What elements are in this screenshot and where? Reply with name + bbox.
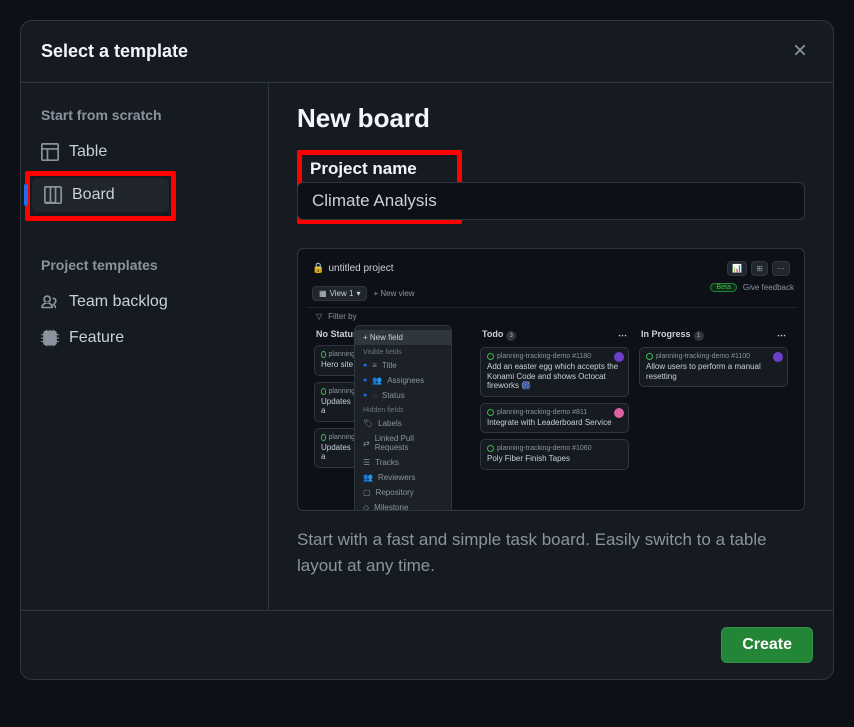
project-name-label: Project name <box>302 155 453 179</box>
preview-fields-dropdown: + New field Visible fields ●≡Title ●👥Ass… <box>354 325 452 511</box>
modal-title: Select a template <box>41 41 188 62</box>
sidebar-label-team-backlog: Team backlog <box>69 293 168 311</box>
feedback-link: Give feedback <box>743 283 794 292</box>
preview-image: 🔒 untitled project 📊 ⊞ ⋯ ▦View 1▾ + New … <box>297 248 805 511</box>
chart-icon: 📊 <box>727 261 747 276</box>
preview-project-title: 🔒 untitled project <box>312 263 394 274</box>
highlight-board: Board <box>25 171 176 221</box>
templates-heading: Project templates <box>29 249 260 281</box>
create-button[interactable]: Create <box>721 627 813 663</box>
close-button[interactable] <box>787 37 813 66</box>
scratch-heading: Start from scratch <box>29 99 260 131</box>
modal-header: Select a template <box>21 21 833 82</box>
sidebar-item-team-backlog[interactable]: Team backlog <box>29 285 260 319</box>
page-title: New board <box>297 103 805 134</box>
preview-view-tab: ▦View 1▾ <box>312 286 367 301</box>
table-icon <box>41 143 59 161</box>
project-name-section: Project name <box>297 150 805 236</box>
beta-badge: Beta <box>710 283 736 292</box>
sidebar-item-feature[interactable]: Feature <box>29 321 260 355</box>
feature-icon <box>41 329 59 347</box>
modal-body: Start from scratch Table Board Project t… <box>21 82 833 610</box>
sidebar-label-feature: Feature <box>69 329 124 347</box>
preview-new-view: + New view <box>373 289 414 298</box>
filter-icon: ▽ <box>316 312 322 321</box>
board-icon <box>44 186 62 204</box>
close-icon <box>791 41 809 62</box>
main-panel: New board Project name 🔒 untitled projec… <box>269 83 833 610</box>
lock-icon: 🔒 <box>312 263 324 274</box>
project-name-input[interactable] <box>297 182 805 220</box>
grid-icon: ⊞ <box>751 261 768 276</box>
modal-footer: Create <box>21 610 833 679</box>
sidebar-item-table[interactable]: Table <box>29 135 260 169</box>
more-icon: ⋯ <box>772 261 790 276</box>
people-icon <box>41 293 59 311</box>
template-modal: Select a template Start from scratch Tab… <box>20 20 834 680</box>
filter-label: Filter by <box>328 312 356 321</box>
template-description: Start with a fast and simple task board.… <box>297 527 805 578</box>
sidebar-item-board[interactable]: Board <box>32 178 169 212</box>
sidebar-label-table: Table <box>69 143 107 161</box>
sidebar-label-board: Board <box>72 186 115 204</box>
sidebar: Start from scratch Table Board Project t… <box>21 83 269 610</box>
